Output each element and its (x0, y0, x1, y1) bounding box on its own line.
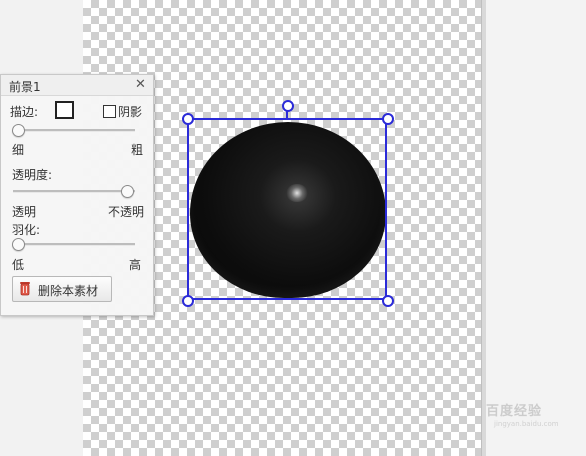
trash-icon (20, 282, 30, 296)
resize-handle-top-right[interactable] (382, 113, 394, 125)
shadow-label: 阴影 (118, 105, 143, 119)
resize-handle-top-left[interactable] (182, 113, 194, 125)
watermark-url: jingyan.baidu.com (494, 420, 559, 428)
opacity-slider-thumb[interactable] (121, 185, 134, 198)
stroke-min-label: 细 (12, 143, 25, 157)
right-area (486, 0, 586, 456)
delete-material-button[interactable]: 删除本素材 (12, 276, 112, 302)
watermark-logo: 百度经验 (486, 404, 543, 419)
feather-label: 羽化: (12, 223, 41, 237)
delete-material-label: 删除本素材 (38, 284, 99, 298)
stroke-color-swatch[interactable] (55, 101, 74, 119)
opacity-max-label: 不透明 (108, 205, 145, 219)
foreground-properties-panel: 前景1 ✕ 描边: 阴影 细 粗 透明度: 透明 不透明 羽化: 低 高 删除本… (0, 74, 154, 316)
feather-slider-track[interactable] (13, 243, 135, 246)
close-icon[interactable]: ✕ (135, 77, 146, 92)
opacity-label: 透明度: (12, 168, 53, 182)
feather-min-label: 低 (12, 258, 25, 272)
shadow-checkbox[interactable] (103, 105, 116, 118)
feather-slider-thumb[interactable] (12, 238, 25, 251)
opacity-slider-track[interactable] (13, 190, 135, 193)
resize-handle-bottom-right[interactable] (382, 295, 394, 307)
panel-title: 前景1 (9, 80, 41, 94)
rotate-handle[interactable] (282, 100, 294, 112)
stroke-width-slider-thumb[interactable] (12, 124, 25, 137)
stroke-label: 描边: (10, 105, 39, 119)
opacity-min-label: 透明 (12, 205, 37, 219)
stroke-max-label: 粗 (131, 143, 144, 157)
resize-handle-bottom-left[interactable] (182, 295, 194, 307)
feather-max-label: 高 (129, 258, 142, 272)
selection-box[interactable] (187, 118, 387, 300)
panel-header[interactable]: 前景1 ✕ (1, 75, 153, 96)
stroke-width-slider-track[interactable] (13, 129, 135, 132)
